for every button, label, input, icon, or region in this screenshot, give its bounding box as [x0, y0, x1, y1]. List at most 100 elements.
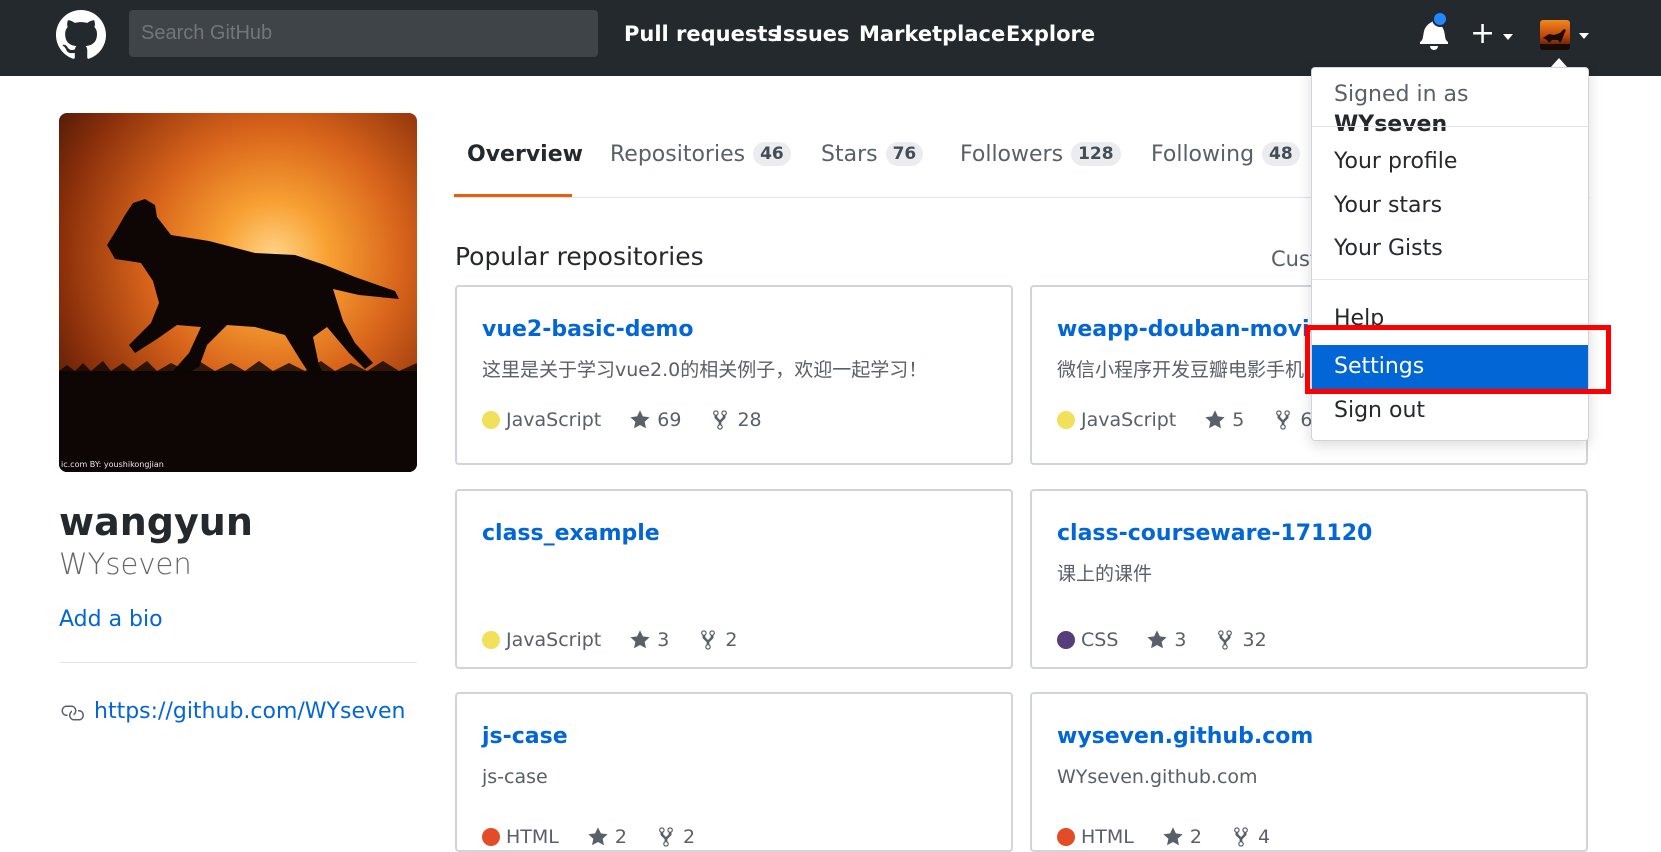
- nav-issues[interactable]: Issues: [775, 20, 850, 48]
- language-color-dot: [1057, 411, 1075, 429]
- signed-in-label: Signed in as WYseven: [1334, 82, 1469, 137]
- repo-meta: CSS 3 32: [1057, 627, 1267, 653]
- language-color-dot: [482, 631, 500, 649]
- fork-icon: [1218, 630, 1233, 650]
- add-bio-link[interactable]: Add a bio: [59, 605, 163, 635]
- repo-meta: JavaScript 5 6: [1057, 407, 1312, 433]
- section-title: Popular repositories: [455, 242, 704, 271]
- repo-card: vue2-basic-demo 这里是关于学习vue2.0的相关例子，欢迎一起学习…: [455, 285, 1013, 465]
- repo-meta: HTML 2 4: [1057, 824, 1270, 850]
- repo-name-link[interactable]: vue2-basic-demo: [482, 315, 693, 345]
- repo-description: 微信小程序开发豆瓣电影手机: [1057, 359, 1305, 381]
- count-badge: 46: [753, 142, 791, 166]
- profile-username: WYseven: [59, 547, 192, 581]
- star-icon: [1147, 630, 1168, 649]
- repo-description: 这里是关于学习vue2.0的相关例子，欢迎一起学习！: [482, 359, 928, 381]
- profile-avatar[interactable]: ic.com BY: youshikongjian: [59, 113, 417, 472]
- settings-highlight-box: [1305, 325, 1611, 394]
- repo-description: 课上的课件: [1057, 563, 1153, 585]
- nav-marketplace[interactable]: Marketplace: [859, 20, 1005, 48]
- language-color-dot: [1057, 631, 1075, 649]
- language-color-dot: [482, 828, 500, 846]
- notification-indicator: [1432, 11, 1448, 27]
- language-color-dot: [1057, 828, 1075, 846]
- chevron-down-icon[interactable]: [1503, 34, 1513, 40]
- repo-forks[interactable]: 2: [697, 627, 737, 653]
- repo-language: HTML: [506, 826, 559, 848]
- repo-name-link[interactable]: weapp-douban-movie: [1057, 315, 1324, 345]
- tab-overview[interactable]: Overview: [467, 140, 583, 170]
- repo-language: CSS: [1081, 629, 1119, 651]
- profile-url-link[interactable]: https://github.com/WYseven: [94, 697, 406, 727]
- repo-stars[interactable]: 69: [629, 407, 681, 433]
- tab-following[interactable]: Following 48: [1151, 140, 1300, 170]
- repo-description: WYseven.github.com: [1057, 766, 1258, 788]
- repo-forks[interactable]: 6: [1272, 407, 1312, 433]
- repo-name-link[interactable]: class-courseware-171120: [1057, 519, 1372, 549]
- repo-card: class_example JavaScript 3 2: [455, 489, 1013, 669]
- repo-description: js-case: [482, 766, 548, 788]
- repo-card: js-case js-case HTML 2 2: [455, 692, 1013, 852]
- count-badge: 128: [1071, 142, 1121, 166]
- github-logo-icon[interactable]: [56, 10, 106, 60]
- repo-stars[interactable]: 2: [587, 824, 627, 850]
- repo-forks[interactable]: 2: [655, 824, 695, 850]
- chevron-down-icon[interactable]: [1579, 33, 1589, 39]
- star-icon: [630, 410, 650, 429]
- search-input[interactable]: [129, 10, 598, 57]
- repo-stars[interactable]: 5: [1204, 407, 1244, 433]
- repo-name-link[interactable]: class_example: [482, 519, 660, 549]
- tab-repositories[interactable]: Repositories 46: [610, 140, 791, 170]
- menu-your-profile[interactable]: Your profile: [1312, 140, 1588, 184]
- fork-icon: [659, 827, 673, 847]
- repo-forks[interactable]: 4: [1230, 824, 1270, 850]
- avatar-watermark: ic.com BY: youshikongjian: [61, 460, 164, 469]
- active-tab-indicator: [454, 194, 572, 197]
- repo-forks[interactable]: 28: [709, 407, 762, 433]
- count-badge: 76: [885, 142, 924, 166]
- count-badge: 48: [1262, 142, 1300, 166]
- repo-card: class-courseware-171120 课上的课件 CSS 3 32: [1030, 489, 1588, 669]
- horse-silhouette-icon: ic.com BY: youshikongjian: [59, 199, 417, 472]
- tab-stars[interactable]: Stars 76: [821, 140, 924, 170]
- repo-meta: JavaScript 3 2: [482, 627, 737, 653]
- horse-silhouette-icon: [1540, 29, 1570, 50]
- profile-name: wangyun: [59, 500, 253, 544]
- repo-language: JavaScript: [506, 629, 602, 651]
- language-color-dot: [482, 411, 500, 429]
- menu-your-stars[interactable]: Your stars: [1312, 184, 1588, 228]
- link-icon: [61, 705, 84, 721]
- star-icon: [1163, 827, 1183, 846]
- signed-in-username: WYseven: [1334, 112, 1448, 137]
- menu-divider: [1312, 126, 1588, 127]
- repo-forks[interactable]: 32: [1214, 627, 1267, 653]
- repo-stars[interactable]: 2: [1162, 824, 1202, 850]
- tab-followers[interactable]: Followers 128: [960, 140, 1121, 170]
- divider: [59, 662, 417, 663]
- nav-pull-requests[interactable]: Pull requests: [624, 20, 780, 48]
- repo-meta: HTML 2 2: [482, 824, 695, 850]
- nav-explore[interactable]: Explore: [1006, 20, 1095, 48]
- repo-language: JavaScript: [506, 409, 602, 431]
- plus-icon[interactable]: +: [1470, 16, 1495, 52]
- menu-sign-out[interactable]: Sign out: [1312, 389, 1588, 433]
- repo-card: wyseven.github.com WYseven.github.com HTML…: [1030, 692, 1588, 852]
- star-icon: [630, 630, 650, 649]
- fork-icon: [1234, 827, 1248, 847]
- repo-language: JavaScript: [1081, 409, 1177, 431]
- repo-name-link[interactable]: wyseven.github.com: [1057, 722, 1313, 752]
- repo-stars[interactable]: 3: [629, 627, 669, 653]
- header-bar: Pull requests Issues Marketplace Explore…: [0, 0, 1661, 76]
- avatar[interactable]: [1540, 20, 1570, 50]
- menu-your-gists[interactable]: Your Gists: [1312, 227, 1588, 271]
- repo-language: HTML: [1081, 826, 1134, 848]
- fork-icon: [713, 410, 728, 430]
- fork-icon: [1276, 410, 1291, 430]
- repo-stars[interactable]: 3: [1146, 627, 1186, 653]
- star-icon: [588, 827, 608, 846]
- fork-icon: [701, 630, 716, 650]
- menu-divider: [1312, 279, 1588, 280]
- repo-name-link[interactable]: js-case: [482, 722, 568, 752]
- repo-meta: JavaScript 69 28: [482, 407, 762, 433]
- star-icon: [1205, 410, 1225, 429]
